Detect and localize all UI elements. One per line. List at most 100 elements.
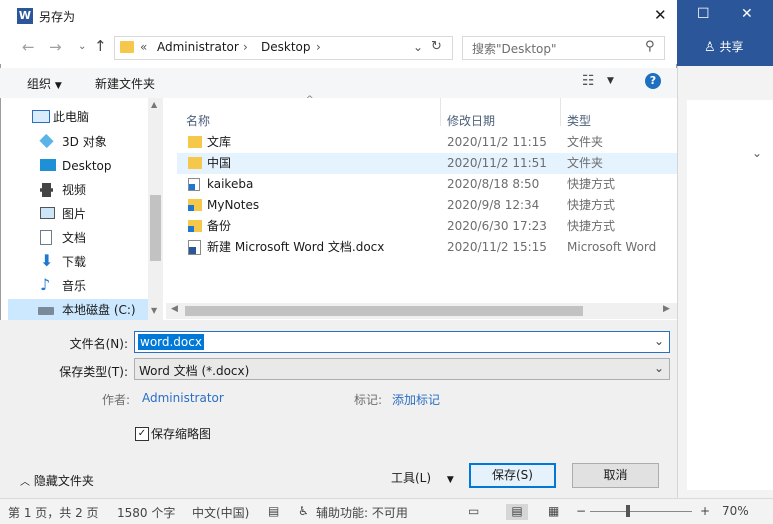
folder-icon: [188, 157, 202, 169]
view-dropdown-arrow-icon[interactable]: ▼: [607, 76, 614, 86]
accessibility-status[interactable]: 辅助功能: 不可用: [316, 504, 408, 521]
column-header-modified[interactable]: 修改日期: [447, 112, 495, 129]
address-dropdown-icon[interactable]: ⌄: [413, 40, 423, 54]
language-status[interactable]: 中文(中国): [192, 504, 249, 521]
chevron-right-icon[interactable]: ›: [316, 40, 321, 54]
organize-button[interactable]: 组织 ▼: [27, 75, 62, 92]
column-header-name[interactable]: 名称: [186, 112, 210, 129]
save-thumbnail-label[interactable]: 保存缩略图: [151, 425, 211, 442]
dropdown-arrow-icon: ▼: [54, 81, 62, 91]
save-button[interactable]: 保存(S): [469, 463, 556, 488]
desktop-icon: [40, 159, 56, 171]
file-row[interactable]: 新建 Microsoft Word 文档.docx 2020/11/2 15:1…: [177, 237, 677, 258]
filename-dropdown-icon[interactable]: ⌄: [654, 334, 664, 348]
filename-field[interactable]: word.docx ⌄: [134, 331, 670, 353]
zoom-out-button[interactable]: −: [576, 504, 586, 518]
music-icon: ♪: [40, 275, 51, 294]
dropdown-arrow-icon: ▼: [446, 475, 454, 485]
file-row[interactable]: 文库 2020/11/2 11:15 文件夹: [177, 132, 677, 153]
path-overflow[interactable]: «: [140, 40, 147, 54]
track-changes-icon[interactable]: ▤: [268, 504, 279, 518]
help-icon[interactable]: ?: [645, 73, 661, 89]
address-bar[interactable]: « Administrator › Desktop › ⌄ ↻: [114, 36, 453, 60]
save-thumbnail-checkbox[interactable]: ✓: [135, 427, 149, 441]
shortcut-icon: [188, 220, 202, 232]
navigation-pane: 此电脑 3D 对象 Desktop 视频 图片 文档 ⬇ 下载 ♪ 音乐 本地磁…: [8, 98, 163, 321]
filename-label: 文件名(N):: [69, 337, 128, 351]
word-doc-icon: [188, 240, 201, 255]
filename-input[interactable]: word.docx: [138, 334, 204, 350]
sidebar-item-local-disk-c[interactable]: 本地磁盘 (C:): [8, 299, 148, 321]
web-layout-icon[interactable]: ▦: [548, 504, 559, 518]
tools-button[interactable]: 工具(L) ▼: [391, 469, 454, 486]
pc-icon: [32, 110, 50, 123]
shortcut-icon: [188, 199, 202, 211]
video-icon: [40, 183, 53, 197]
close-icon[interactable]: ✕: [654, 6, 667, 24]
word-titlebar: ☐ ✕ ♙ 共享: [677, 0, 773, 66]
pictures-icon: [40, 207, 55, 219]
scroll-right-icon[interactable]: ▶: [663, 304, 670, 314]
cancel-button[interactable]: 取消: [572, 463, 659, 488]
breadcrumb-administrator[interactable]: Administrator: [157, 40, 239, 54]
dialog-title: 另存为: [39, 10, 76, 24]
new-folder-button[interactable]: 新建文件夹: [95, 75, 155, 92]
word-app-icon: W: [17, 8, 33, 24]
zoom-slider[interactable]: [590, 511, 692, 512]
download-icon: ⬇: [40, 251, 54, 270]
filetype-dropdown-icon[interactable]: ⌄: [654, 361, 664, 375]
zoom-slider-thumb[interactable]: [626, 505, 630, 517]
word-status-bar: 第 1 页，共 2 页 1580 个字 中文(中国) ▤ ♿ 辅助功能: 不可用…: [0, 498, 773, 524]
forward-arrow-icon[interactable]: →: [49, 38, 62, 56]
column-divider[interactable]: [560, 98, 561, 126]
scroll-left-icon[interactable]: ◀: [171, 304, 178, 314]
folder-icon: [120, 41, 134, 53]
print-layout-icon[interactable]: ▤: [506, 504, 528, 520]
recent-chevron-icon[interactable]: ⌄: [78, 41, 86, 52]
zoom-level[interactable]: 70%: [722, 504, 749, 518]
chevron-up-icon: ︿: [20, 477, 30, 488]
tags-label: 标记:: [353, 393, 382, 407]
up-arrow-icon[interactable]: ↑: [94, 37, 107, 55]
drive-icon: [38, 307, 54, 315]
3d-objects-icon: [39, 133, 54, 149]
zoom-in-button[interactable]: +: [700, 504, 710, 518]
search-input[interactable]: 搜索"Desktop": [472, 40, 557, 57]
filetype-select[interactable]: Word 文档 (*.docx) ⌄: [134, 358, 670, 380]
scroll-down-icon[interactable]: ▼: [151, 306, 157, 315]
maximize-icon[interactable]: ☐: [697, 6, 710, 22]
folder-icon: [188, 136, 202, 148]
chevron-down-icon[interactable]: ⌄: [752, 146, 762, 160]
navigation-pane-scroll-thumb[interactable]: [150, 195, 161, 261]
search-icon[interactable]: ⚲: [645, 39, 655, 54]
column-header-type[interactable]: 类型: [567, 112, 591, 129]
back-arrow-icon[interactable]: ←: [22, 38, 35, 56]
page-count[interactable]: 第 1 页，共 2 页: [8, 504, 99, 521]
word-count[interactable]: 1580 个字: [117, 504, 175, 521]
file-list-scroll-thumb[interactable]: [185, 306, 583, 316]
file-row[interactable]: kaikeba 2020/8/18 8:50 快捷方式: [177, 174, 677, 195]
shortcut-icon: [188, 178, 200, 191]
read-mode-icon[interactable]: ▭: [468, 504, 479, 518]
dialog-toolbar: 组织 ▼ 新建文件夹 ☷ ▼ ?: [0, 68, 677, 98]
share-button[interactable]: ♙ 共享: [704, 38, 744, 55]
file-row[interactable]: MyNotes 2020/9/8 12:34 快捷方式: [177, 195, 677, 216]
author-field[interactable]: Administrator: [142, 391, 224, 405]
file-row[interactable]: 中国 2020/11/2 11:51 文件夹: [177, 153, 677, 174]
column-divider[interactable]: [440, 98, 441, 126]
hide-folders-button[interactable]: ︿ 隐藏文件夹: [20, 472, 94, 489]
accessibility-icon: ♿: [298, 504, 309, 518]
search-box[interactable]: 搜索"Desktop" ⚲: [462, 36, 665, 60]
scroll-up-icon[interactable]: ▲: [151, 100, 157, 109]
close-icon[interactable]: ✕: [741, 6, 753, 22]
documents-icon: [40, 230, 52, 245]
sort-ascending-icon: ^: [306, 95, 314, 105]
view-options-icon[interactable]: ☷: [582, 73, 595, 89]
chevron-right-icon[interactable]: ›: [243, 40, 248, 54]
refresh-icon[interactable]: ↻: [431, 39, 442, 54]
breadcrumb-desktop[interactable]: Desktop: [261, 40, 311, 54]
filetype-label: 保存类型(T):: [59, 365, 128, 379]
file-row[interactable]: 备份 2020/6/30 17:23 快捷方式: [177, 216, 677, 237]
tags-field[interactable]: 添加标记: [392, 391, 440, 408]
author-label: 作者:: [101, 393, 130, 407]
